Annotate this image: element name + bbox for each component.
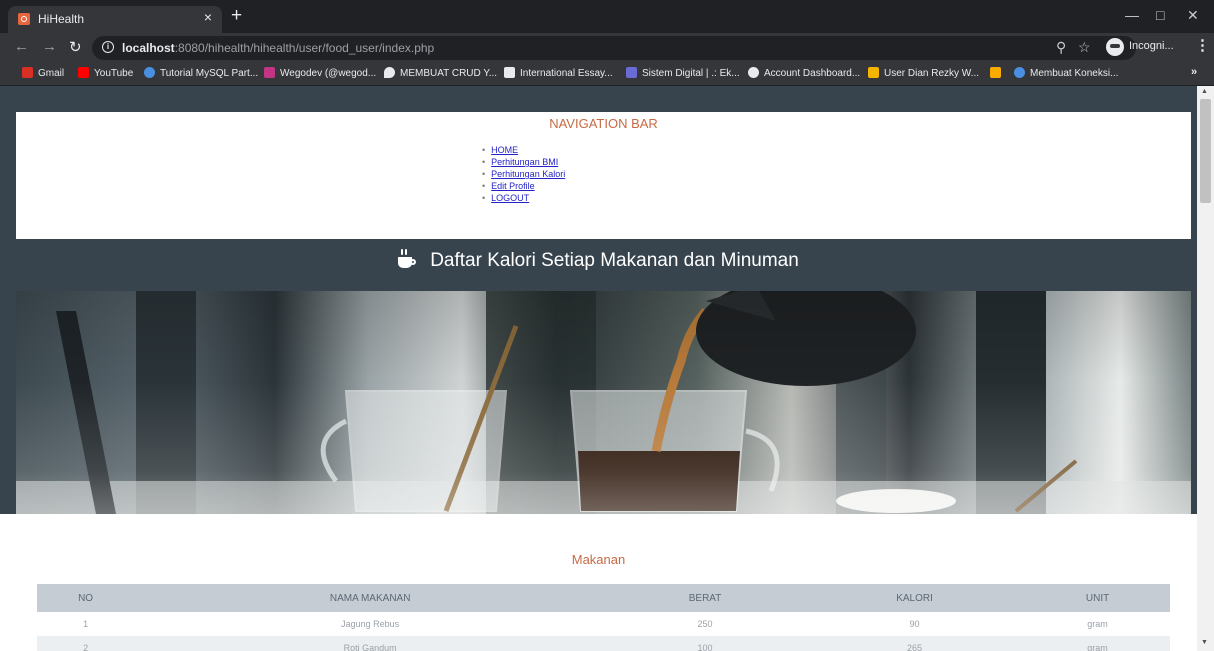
cell-kalori: 265 — [803, 636, 1026, 651]
food-table: NO NAMA MAKANAN BERAT KALORI UNIT 1 Jagu… — [37, 584, 1170, 651]
url-text[interactable]: localhost:8080/hihealth/hihealth/user/fo… — [122, 41, 434, 55]
maximize-icon[interactable]: □ — [1156, 7, 1164, 23]
new-tab-button[interactable]: + — [231, 5, 242, 27]
more-bookmarks-icon[interactable]: » — [1191, 66, 1197, 78]
content-section: Makanan NO NAMA MAKANAN BERAT KALORI UNI… — [0, 514, 1197, 651]
nav-item-bmi: Perhitungan BMI — [482, 156, 565, 168]
close-tab-icon[interactable]: × — [204, 9, 212, 25]
bookmark-item[interactable]: YouTube — [78, 67, 133, 79]
col-header-nama-makanan: NAMA MAKANAN — [134, 584, 607, 612]
cell-no: 1 — [37, 612, 135, 636]
navigation-bar: NAVIGATION BAR HOME Perhitungan BMI Perh… — [16, 112, 1191, 239]
cell-no: 2 — [37, 636, 135, 651]
bookmark-item[interactable]: Account Dashboard... — [748, 67, 860, 79]
cell-kalori: 90 — [803, 612, 1026, 636]
nav-item-edit-profile: Edit Profile — [482, 180, 565, 192]
navbar-title: NAVIGATION BAR — [549, 116, 658, 131]
bookmark-item[interactable] — [990, 67, 1006, 79]
browser-menu-icon[interactable]: ⋮ — [1195, 36, 1210, 54]
gmail-icon — [22, 67, 33, 78]
page-heading-text: Daftar Kalori Setiap Makanan dan Minuman — [430, 250, 799, 271]
browser-toolbar: ← → ↻ i localhost:8080/hihealth/hihealth… — [0, 33, 1214, 63]
nav-link-kalori[interactable]: Perhitungan Kalori — [491, 169, 565, 179]
table-row: 2 Roti Gandum 100 265 gram — [37, 636, 1170, 651]
forward-icon[interactable]: → — [42, 38, 57, 55]
nav-link-home[interactable]: HOME — [491, 145, 518, 155]
nav-item-home: HOME — [482, 144, 565, 156]
col-header-berat: BERAT — [606, 584, 804, 612]
cell-berat: 100 — [606, 636, 804, 651]
nav-item-logout: LOGOUT — [482, 192, 565, 204]
close-window-icon[interactable]: ✕ — [1187, 7, 1199, 24]
bookmark-item[interactable]: Tutorial MySQL Part... — [144, 67, 258, 79]
bookmarks-bar: Gmail YouTube Tutorial MySQL Part... Weg… — [0, 63, 1214, 86]
page-heading: Daftar Kalori Setiap Makanan dan Minuman — [0, 249, 1197, 272]
scroll-down-arrow-icon[interactable]: ▼ — [1201, 639, 1208, 646]
nav-links: HOME Perhitungan BMI Perhitungan Kalori … — [482, 144, 565, 204]
bookmark-item[interactable]: MEMBUAT CRUD Y... — [384, 67, 497, 79]
scroll-up-arrow-icon[interactable]: ▲ — [1201, 88, 1208, 95]
bookmark-item[interactable]: Gmail — [22, 67, 64, 79]
cell-nama: Jagung Rebus — [134, 612, 607, 636]
cell-nama: Roti Gandum — [134, 636, 607, 651]
nav-link-bmi[interactable]: Perhitungan BMI — [491, 157, 558, 167]
code-icon — [1014, 67, 1025, 78]
address-bar[interactable]: i localhost:8080/hihealth/hihealth/user/… — [92, 36, 1136, 60]
coffee-cup-icon — [398, 249, 418, 269]
table-row: 1 Jagung Rebus 250 90 gram — [37, 612, 1170, 636]
incognito-indicator[interactable]: Incogni... — [1106, 36, 1182, 58]
cell-unit: gram — [1025, 636, 1170, 651]
minimize-icon[interactable]: — — [1125, 7, 1139, 23]
chip-icon — [626, 67, 637, 78]
code-icon — [144, 67, 155, 78]
bookmark-item[interactable]: User Dian Rezky W... — [868, 67, 979, 79]
nav-link-logout[interactable]: LOGOUT — [491, 193, 529, 203]
tab-strip: HiHealth × + — □ ✕ — [0, 0, 1214, 33]
bookmark-item[interactable]: Wegodev (@wegod... — [264, 67, 376, 79]
incognito-icon — [1106, 38, 1124, 56]
doc-icon — [504, 67, 515, 78]
nav-link-edit-profile[interactable]: Edit Profile — [491, 181, 535, 191]
nav-item-kalori: Perhitungan Kalori — [482, 168, 565, 180]
tab-title: HiHealth — [38, 12, 85, 26]
favicon-icon — [18, 13, 30, 25]
globe-icon — [748, 67, 759, 78]
scrollbar-thumb[interactable] — [1200, 99, 1211, 203]
bookmark-item[interactable]: International Essay... — [504, 67, 613, 79]
col-header-unit: UNIT — [1025, 584, 1170, 612]
image-icon — [990, 67, 1001, 78]
bookmark-star-icon[interactable]: ☆ — [1078, 39, 1091, 56]
bookmark-item[interactable]: Sistem Digital | .: Ek... — [626, 67, 740, 79]
incognito-label: Incogni... — [1129, 40, 1174, 52]
bookmark-item[interactable]: Membuat Koneksi... — [1014, 67, 1118, 79]
pin-icon — [384, 67, 395, 78]
cell-unit: gram — [1025, 612, 1170, 636]
page-viewport: NAVIGATION BAR HOME Perhitungan BMI Perh… — [0, 86, 1197, 651]
site-info-icon[interactable]: i — [102, 41, 114, 53]
cell-berat: 250 — [606, 612, 804, 636]
col-header-no: NO — [37, 584, 135, 612]
col-header-kalori: KALORI — [803, 584, 1026, 612]
table-header-row: NO NAMA MAKANAN BERAT KALORI UNIT — [37, 584, 1170, 612]
youtube-icon — [78, 67, 89, 78]
grid-icon — [868, 67, 879, 78]
browser-tab[interactable]: HiHealth × — [8, 6, 222, 33]
section-title: Makanan — [571, 552, 626, 567]
instagram-icon — [264, 67, 275, 78]
back-icon[interactable]: ← — [14, 38, 29, 55]
zoom-search-icon[interactable]: ⚲ — [1056, 39, 1066, 56]
page-scrollbar[interactable]: ▲ ▼ — [1197, 86, 1214, 651]
reload-icon[interactable]: ↻ — [69, 38, 82, 56]
hero-image — [16, 291, 1191, 514]
